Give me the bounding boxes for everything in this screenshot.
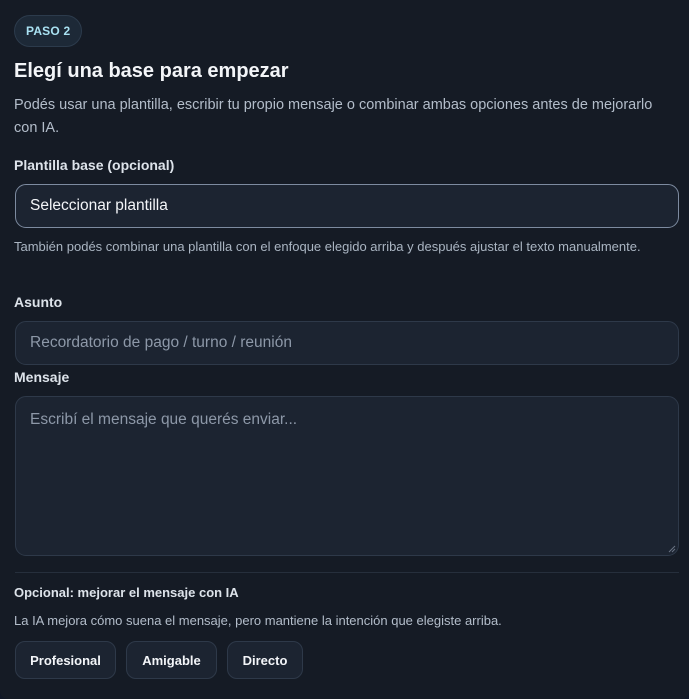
message-label: Mensaje (14, 369, 70, 385)
template-hint: También podés combinar una plantilla con… (14, 239, 641, 254)
subject-placeholder: Recordatorio de pago / turno / reunión (30, 334, 292, 351)
tone-button-directo[interactable]: Directo (227, 641, 303, 679)
subject-label: Asunto (14, 294, 63, 310)
tone-button-profesional[interactable]: Profesional (15, 641, 116, 679)
step-panel: PASO 2 Elegí una base para empezar Podés… (0, 0, 689, 699)
subject-input[interactable]: Recordatorio de pago / turno / reunión (15, 321, 679, 365)
section-divider (15, 572, 679, 573)
message-placeholder: Escribí el mensaje que querés enviar... (30, 411, 298, 428)
step-title: Elegí una base para empezar (14, 60, 289, 82)
step-badge: PASO 2 (14, 15, 83, 47)
template-select[interactable]: Seleccionar plantilla (15, 184, 679, 228)
template-select-value: Seleccionar plantilla (30, 197, 168, 214)
ai-section-description: La IA mejora cómo suena el mensaje, pero… (14, 613, 502, 628)
template-label: Plantilla base (opcional) (14, 157, 175, 173)
resize-handle-icon[interactable] (668, 545, 676, 553)
tone-button-amigable[interactable]: Amigable (126, 641, 217, 679)
message-textarea[interactable]: Escribí el mensaje que querés enviar... (15, 396, 679, 556)
ai-section-title: Opcional: mejorar el mensaje con IA (14, 585, 239, 600)
step-description: Podés usar una plantilla, escribir tu pr… (14, 97, 653, 136)
